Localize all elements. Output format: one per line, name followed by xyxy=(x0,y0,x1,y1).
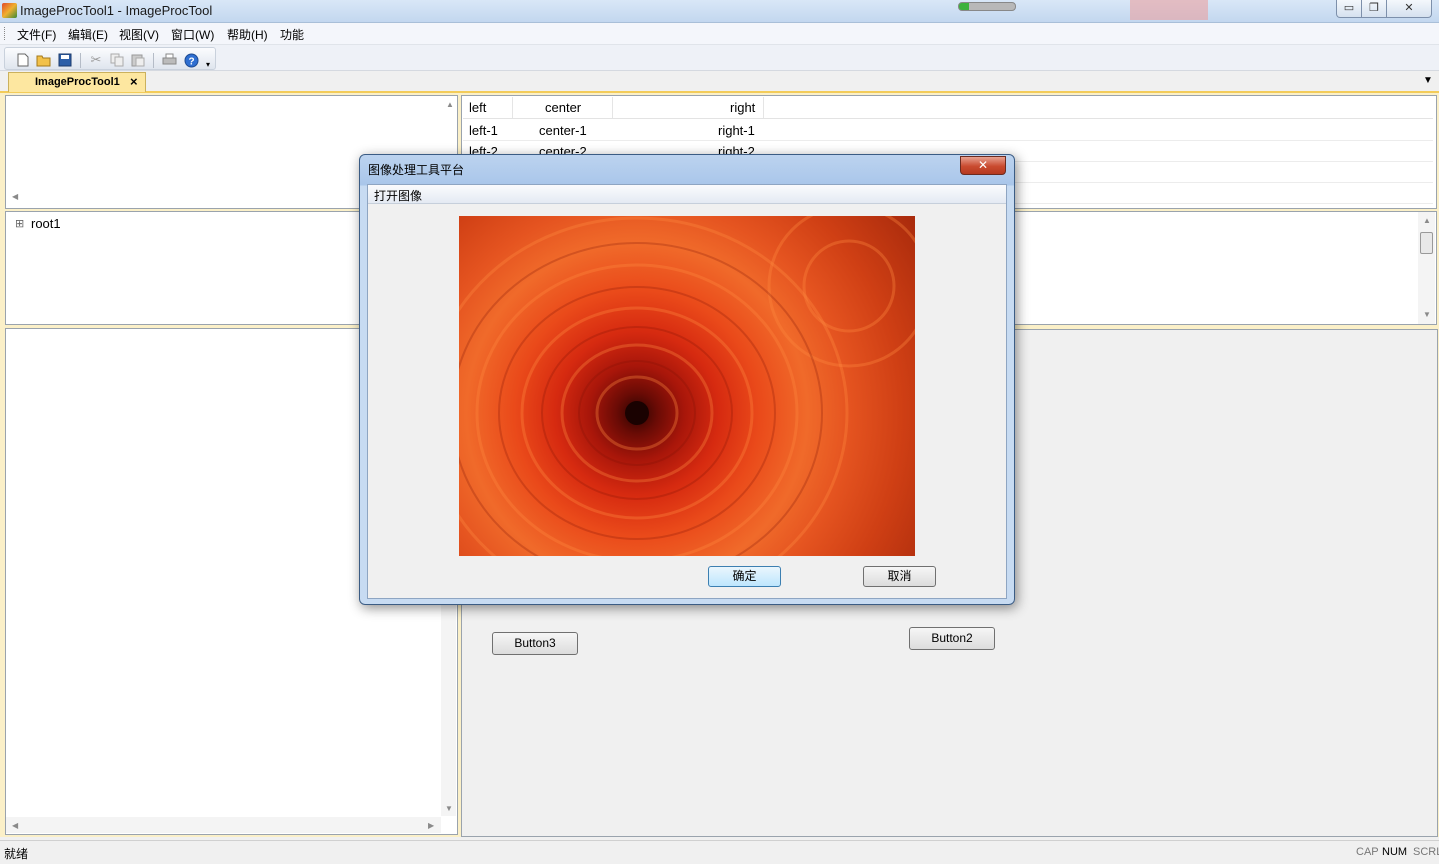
horizontal-scrollbar[interactable] xyxy=(6,817,441,833)
window-title: ImageProcTool1 - ImageProcTool xyxy=(20,3,213,18)
menu-function[interactable]: 功能 xyxy=(280,26,304,43)
column-divider[interactable] xyxy=(612,97,613,118)
cap-indicator: CAP xyxy=(1356,846,1379,858)
toolbar-separator xyxy=(80,53,81,68)
scrl-indicator: SCRL xyxy=(1413,846,1439,858)
dialog-body: 打开图像 确定 取消 xyxy=(367,184,1007,599)
menu-view[interactable]: 视图(V) xyxy=(119,26,159,43)
ok-button[interactable]: 确定 xyxy=(708,566,781,587)
print-icon[interactable] xyxy=(161,52,177,68)
column-header-left[interactable]: left xyxy=(469,100,486,115)
menu-help[interactable]: 帮助(H) xyxy=(227,26,268,43)
expand-icon[interactable]: ⊞ xyxy=(15,217,24,230)
minimize-button[interactable]: ▭ xyxy=(1336,0,1362,18)
menu-open-image[interactable]: 打开图像 xyxy=(374,187,422,204)
cell-right: right-1 xyxy=(718,123,755,138)
scroll-down-arrow[interactable]: ▼ xyxy=(1423,310,1431,319)
dialog-title: 图像处理工具平台 xyxy=(368,163,465,177)
tab-close-icon[interactable]: × xyxy=(130,74,138,89)
menu-grip xyxy=(4,27,7,40)
cancel-button[interactable]: 取消 xyxy=(863,566,936,587)
toolbar: ✂ ? ▾ xyxy=(0,45,1439,71)
menu-file[interactable]: 文件(F) xyxy=(17,26,56,43)
new-file-icon[interactable] xyxy=(15,52,31,68)
status-bar: 就绪 CAP NUM SCRL xyxy=(0,840,1439,864)
title-bar: ImageProcTool1 - ImageProcTool ▭ ❐ ✕ xyxy=(0,0,1439,23)
image-display xyxy=(459,216,915,556)
paste-icon[interactable] xyxy=(130,52,146,68)
tree-node-root1[interactable]: root1 xyxy=(31,216,61,231)
scroll-left-arrow[interactable]: ◀ xyxy=(12,192,18,201)
cut-icon[interactable]: ✂ xyxy=(88,52,104,68)
list-header: left center right xyxy=(463,97,1433,119)
tab-list-dropdown-icon[interactable]: ▼ xyxy=(1423,75,1433,86)
scroll-up-arrow[interactable]: ▲ xyxy=(1423,216,1431,225)
list-row[interactable]: left-1 center-1 right-1 xyxy=(463,120,1433,141)
help-icon[interactable]: ? xyxy=(183,52,199,68)
maximize-button[interactable]: ❐ xyxy=(1361,0,1387,18)
scroll-right-arrow[interactable]: ▶ xyxy=(428,821,434,830)
copy-icon[interactable] xyxy=(109,52,125,68)
toolbar-separator xyxy=(153,53,154,68)
scroll-down-arrow[interactable]: ▼ xyxy=(445,804,453,813)
open-folder-icon[interactable] xyxy=(36,52,52,68)
title-highlight-region xyxy=(1130,0,1208,20)
button2[interactable]: Button2 xyxy=(909,627,995,650)
column-header-center[interactable]: center xyxy=(545,100,581,115)
cell-center: center-1 xyxy=(539,123,587,138)
close-window-button[interactable]: ✕ xyxy=(1386,0,1432,18)
menu-window[interactable]: 窗口(W) xyxy=(171,26,214,43)
toolbar-strip: ✂ ? ▾ xyxy=(4,47,216,70)
menu-bar: 文件(F) 编辑(E) 视图(V) 窗口(W) 帮助(H) 功能 xyxy=(0,23,1439,45)
document-tab-row xyxy=(0,71,1439,93)
button3[interactable]: Button3 xyxy=(492,632,578,655)
cell-left: left-1 xyxy=(469,123,498,138)
dialog-close-button[interactable]: ✕ xyxy=(960,156,1006,175)
menu-edit[interactable]: 编辑(E) xyxy=(68,26,108,43)
column-divider[interactable] xyxy=(512,97,513,118)
column-divider[interactable] xyxy=(763,97,764,118)
vertical-scrollbar[interactable]: ▲ ▼ xyxy=(1418,212,1435,324)
num-indicator: NUM xyxy=(1382,846,1408,858)
status-text: 就绪 xyxy=(4,847,29,861)
scroll-left-arrow[interactable]: ◀ xyxy=(12,821,18,830)
toolbar-options-icon[interactable]: ▾ xyxy=(204,56,212,72)
scrollbar-thumb[interactable] xyxy=(1420,232,1433,254)
title-progress-indicator xyxy=(958,2,1016,11)
column-header-right[interactable]: right xyxy=(730,100,755,115)
app-icon xyxy=(2,3,17,18)
tab-label: ImageProcTool1 xyxy=(35,76,120,88)
tab-imageproctool1[interactable]: ImageProcTool1 × xyxy=(8,72,146,92)
save-icon[interactable] xyxy=(57,52,73,68)
scroll-up-arrow[interactable]: ▲ xyxy=(446,100,454,109)
flower-image xyxy=(459,216,915,556)
image-dialog: 图像处理工具平台 ✕ 打开图像 确定 取消 xyxy=(359,154,1015,605)
svg-text:?: ? xyxy=(188,56,194,67)
dialog-menu-bar: 打开图像 xyxy=(368,185,1006,204)
